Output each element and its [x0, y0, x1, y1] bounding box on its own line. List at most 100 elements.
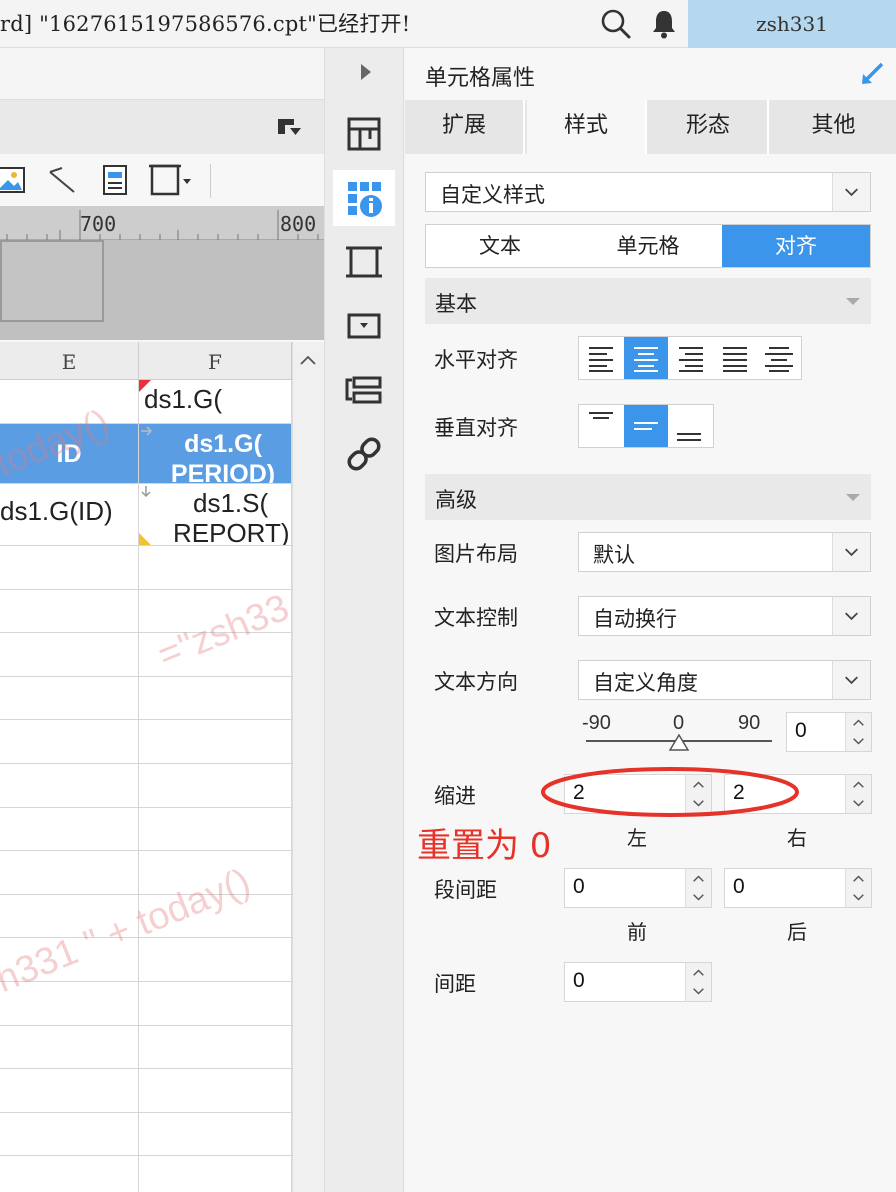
cell-e6[interactable]	[0, 633, 139, 677]
column-header-e[interactable]: E	[0, 342, 139, 380]
align-center-icon[interactable]	[624, 337, 668, 379]
cell-e4[interactable]	[0, 546, 139, 590]
cell-e11[interactable]	[0, 851, 139, 895]
paragraph-before-input[interactable]: 0	[564, 868, 712, 908]
indent-label: 缩进	[434, 784, 476, 808]
cell-f1[interactable]: ds1.G(	[139, 380, 292, 424]
paragraph-after-input[interactable]: 0	[724, 868, 872, 908]
cell-e9[interactable]	[0, 764, 139, 808]
cell-e7[interactable]	[0, 676, 139, 721]
cell-e10[interactable]	[0, 807, 139, 852]
editor-tab-strip	[0, 48, 324, 100]
align-middle-icon[interactable]	[624, 405, 668, 447]
style-select[interactable]: 自定义样式	[425, 172, 871, 212]
cell-f13[interactable]	[139, 938, 292, 982]
form-icon[interactable]	[100, 162, 130, 198]
angle-slider-thumb[interactable]	[669, 734, 689, 752]
section-collapse-icon	[846, 494, 860, 501]
sub-tab-align[interactable]: 对齐	[722, 225, 870, 267]
chevron-down-icon	[832, 597, 870, 635]
cell-attribute-icon[interactable]	[332, 170, 396, 226]
horizontal-ruler: 700 800	[0, 206, 324, 240]
cell-f3[interactable]: ds1.S( REPORT)	[139, 484, 292, 546]
stepper-icon[interactable]	[685, 869, 711, 907]
cell-e15[interactable]	[0, 1025, 139, 1070]
stepper-icon[interactable]	[845, 869, 871, 907]
basic-section-header[interactable]: 基本	[425, 278, 871, 324]
condition-icon[interactable]	[332, 362, 396, 418]
v-align-group	[578, 404, 714, 448]
layout-block[interactable]	[0, 240, 104, 322]
cell-f18[interactable]	[139, 1156, 292, 1192]
highlight-ellipse	[541, 767, 799, 817]
align-bottom-icon[interactable]	[669, 405, 713, 447]
stepper-icon[interactable]	[685, 963, 711, 1001]
border-icon[interactable]	[148, 162, 196, 198]
tab-extend[interactable]: 扩展	[405, 100, 525, 154]
align-top-icon[interactable]	[579, 405, 623, 447]
align-distributed-icon[interactable]	[757, 337, 801, 379]
cell-e8[interactable]	[0, 720, 139, 764]
cell-f7[interactable]	[139, 676, 292, 721]
cell-e17[interactable]	[0, 1112, 139, 1157]
user-account[interactable]: zsh331	[688, 0, 896, 48]
widget-icon[interactable]	[332, 298, 396, 354]
cell-e3[interactable]: ds1.G(ID)	[0, 484, 139, 546]
cell-f15[interactable]	[139, 1025, 292, 1070]
hyperlink-icon[interactable]	[332, 426, 396, 482]
indent-left-caption: 左	[627, 826, 647, 850]
vertical-scrollbar[interactable]	[292, 342, 324, 1192]
advanced-section-header[interactable]: 高级	[425, 474, 871, 520]
spreadsheet: E F ds1.G( ID ds1.G( PERIOD) ds1.G(ID) d…	[0, 342, 324, 1192]
ruler-label-700: 700	[80, 212, 117, 236]
scroll-up-icon[interactable]	[292, 342, 324, 378]
cell-f17[interactable]	[139, 1112, 292, 1157]
cell-f2[interactable]: ds1.G( PERIOD)	[139, 424, 292, 484]
sub-tab-cell[interactable]: 单元格	[574, 225, 722, 267]
cell-f16[interactable]	[139, 1069, 292, 1113]
spacing-label: 间距	[434, 972, 476, 996]
text-control-value: 自动换行	[593, 607, 677, 631]
align-justify-icon[interactable]	[713, 337, 757, 379]
cell-element-icon[interactable]	[332, 106, 396, 162]
sub-tab-text[interactable]: 文本	[426, 225, 574, 267]
stepper-icon[interactable]	[845, 775, 871, 813]
cell-e18[interactable]	[0, 1156, 139, 1192]
image-icon[interactable]	[0, 162, 28, 198]
angle-tick-zero: 0	[673, 712, 685, 734]
tab-other[interactable]: 其他	[771, 100, 896, 154]
cell-f4[interactable]	[139, 546, 292, 590]
tab-form[interactable]: 形态	[649, 100, 769, 154]
stepper-icon[interactable]	[845, 713, 871, 751]
search-icon[interactable]	[600, 8, 632, 40]
align-left-icon[interactable]	[579, 337, 623, 379]
align-right-icon[interactable]	[669, 337, 713, 379]
tab-style[interactable]: 样式	[527, 100, 647, 154]
cell-e5[interactable]	[0, 589, 139, 634]
cell-e16[interactable]	[0, 1069, 139, 1113]
edit-icon[interactable]	[858, 60, 886, 88]
text-direction-select[interactable]: 自定义角度	[578, 660, 871, 700]
line-icon[interactable]	[44, 162, 80, 198]
bell-icon[interactable]	[650, 8, 678, 40]
cell-f9[interactable]	[139, 764, 292, 808]
collapse-icon[interactable]	[276, 116, 302, 138]
image-layout-select[interactable]: 默认	[578, 532, 871, 572]
chevron-down-icon	[832, 661, 870, 699]
cell-f10[interactable]	[139, 807, 292, 852]
paragraph-after-value: 0	[733, 875, 745, 898]
spacing-input[interactable]: 0	[564, 962, 712, 1002]
cell-f3-text-line1: ds1.S(	[193, 488, 269, 518]
expand-panel-icon[interactable]	[358, 62, 374, 82]
image-layout-value: 默认	[593, 543, 635, 567]
ruler-label-800: 800	[280, 212, 317, 236]
column-header-f[interactable]: F	[139, 342, 292, 380]
angle-tick-min: -90	[582, 712, 611, 734]
angle-input[interactable]: 0	[786, 712, 872, 752]
cell-f14[interactable]	[139, 982, 292, 1026]
float-element-icon[interactable]	[332, 234, 396, 290]
spacing-value: 0	[573, 969, 585, 992]
text-control-select[interactable]: 自动换行	[578, 596, 871, 636]
text-direction-value: 自定义角度	[593, 671, 698, 695]
cell-f8[interactable]	[139, 720, 292, 764]
